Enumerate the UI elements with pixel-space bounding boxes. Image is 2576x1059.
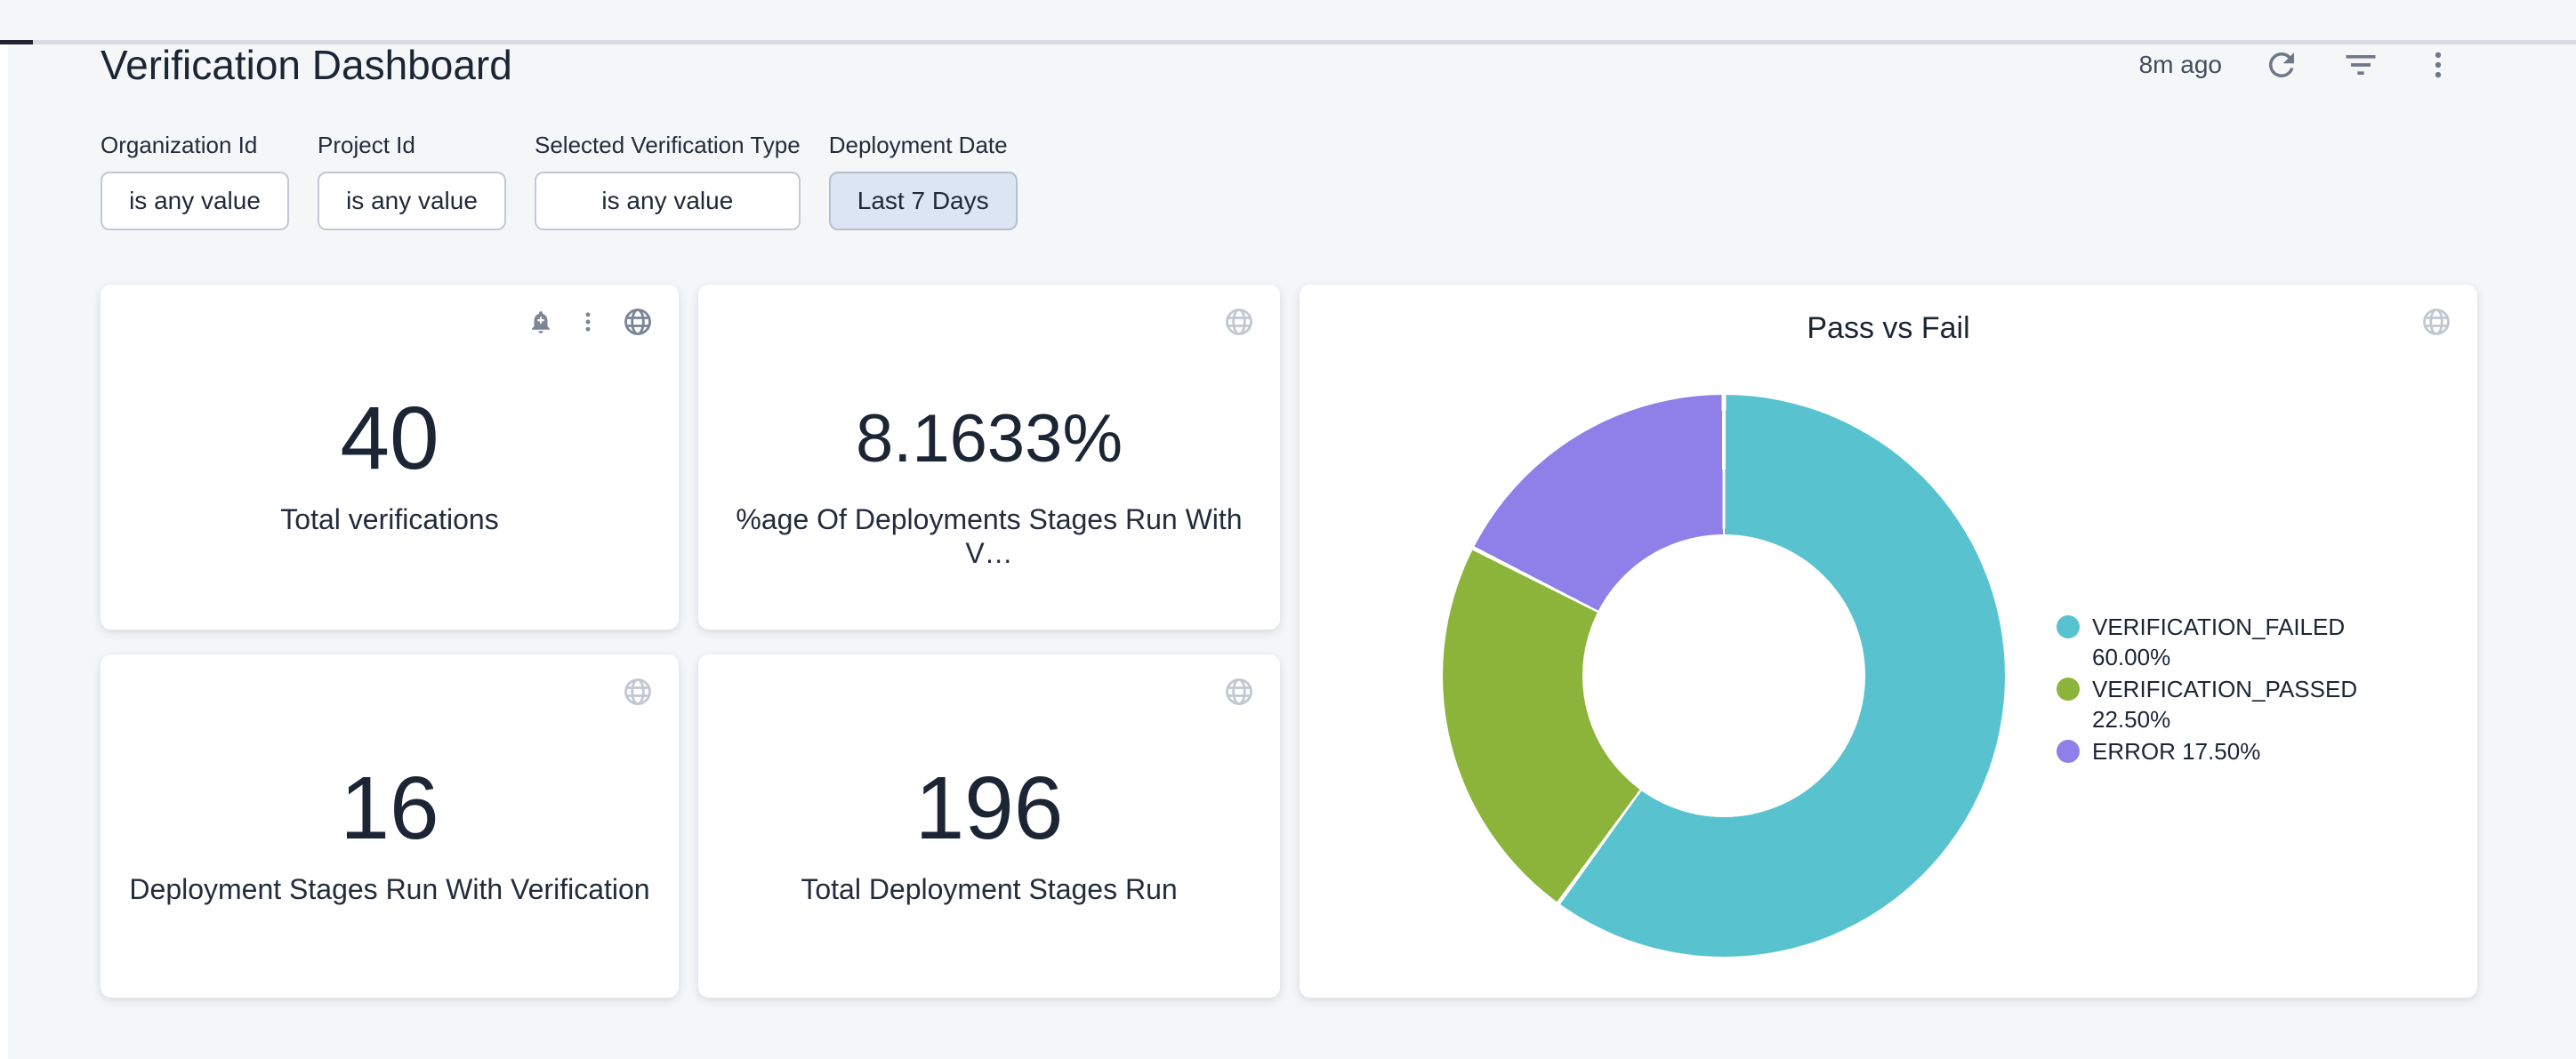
filter-project-id: Project Id is any value	[318, 131, 506, 230]
tile-actions	[1223, 306, 1255, 338]
timezone-globe-icon[interactable]	[622, 676, 654, 708]
stat-card-total-verifications: 40 Total verifications	[101, 285, 679, 630]
legend-item-verification-failed[interactable]: VERIFICATION_FAILED 60.00%	[2057, 612, 2350, 672]
left-edge-strip	[0, 44, 8, 1059]
timezone-globe-icon[interactable]	[1223, 676, 1255, 708]
tile-actions	[2420, 306, 2452, 338]
filter-label: Selected Verification Type	[535, 131, 801, 159]
filter-label: Project Id	[318, 131, 506, 159]
legend-label: VERIFICATION_PASSED 22.50%	[2092, 674, 2357, 734]
timezone-globe-icon[interactable]	[622, 306, 654, 338]
stat-card-total-deployment-stages-run: 196 Total Deployment Stages Run	[698, 654, 1280, 998]
stat-card-percent-stages-with-verification: 8.1633% %age Of Deployments Stages Run W…	[698, 285, 1280, 630]
chart-title: Pass vs Fail	[1300, 308, 2477, 349]
stat-card-stages-run-with-verification: 16 Deployment Stages Run With Verificati…	[101, 654, 679, 998]
add-alert-icon[interactable]	[527, 309, 554, 335]
filter-organization-id: Organization Id is any value	[101, 131, 289, 230]
stat-label: Total Deployment Stages Run	[698, 872, 1280, 906]
filter-value-button[interactable]: is any value	[535, 172, 801, 230]
refresh-icon[interactable]	[2263, 46, 2300, 84]
legend-dot	[2057, 615, 2080, 638]
donut-hole	[1582, 534, 1865, 817]
legend-dot	[2057, 678, 2080, 701]
page-title: Verification Dashboard	[101, 40, 512, 90]
filter-label: Deployment Date	[829, 131, 1018, 159]
filter-value-button-active[interactable]: Last 7 Days	[829, 172, 1018, 230]
tile-actions	[527, 306, 654, 338]
legend-item-verification-passed[interactable]: VERIFICATION_PASSED 22.50%	[2057, 674, 2350, 734]
legend-label: VERIFICATION_FAILED 60.00%	[2092, 612, 2350, 672]
legend-label: ERROR 17.50%	[2092, 736, 2260, 766]
stat-label: %age Of Deployments Stages Run With V…	[698, 502, 1280, 570]
legend-item-error[interactable]: ERROR 17.50%	[2057, 736, 2350, 766]
dashboard-filters-icon[interactable]	[2341, 45, 2380, 84]
stat-label: Total verifications	[101, 502, 679, 536]
stat-value: 40	[101, 394, 679, 483]
timezone-globe-icon[interactable]	[1223, 306, 1255, 338]
timezone-globe-icon[interactable]	[2420, 306, 2452, 338]
chart-card-pass-vs-fail: Pass vs Fail VERIFICATION_FAILED 60.00% …	[1300, 285, 2477, 998]
dashboard-tiles: 40 Total verifications 8.1633% %age Of D…	[101, 285, 2477, 998]
stat-value: 8.1633%	[698, 394, 1280, 483]
stat-value: 16	[101, 764, 679, 853]
chart-legend: VERIFICATION_FAILED 60.00% VERIFICATION_…	[2057, 612, 2350, 766]
filter-bar: Organization Id is any value Project Id …	[101, 131, 2576, 230]
dashboard-more-options-icon[interactable]	[2421, 48, 2455, 82]
filter-value-button[interactable]: is any value	[101, 172, 289, 230]
legend-dot	[2057, 740, 2080, 763]
donut-chart[interactable]	[1443, 395, 2005, 957]
filter-label: Organization Id	[101, 131, 289, 159]
filter-value-button[interactable]: is any value	[318, 172, 506, 230]
tile-actions	[1223, 676, 1255, 708]
top-border-strip	[0, 40, 2576, 44]
last-refresh-timestamp: 8m ago	[2139, 51, 2222, 79]
filter-selected-verification-type: Selected Verification Type is any value	[535, 131, 801, 230]
tile-more-options-icon[interactable]	[576, 309, 600, 334]
stat-value: 196	[698, 764, 1280, 853]
tile-actions	[622, 676, 654, 708]
dashboard-header: Verification Dashboard 8m ago	[0, 40, 2576, 90]
header-actions: 8m ago	[2139, 45, 2455, 84]
stat-label: Deployment Stages Run With Verification	[101, 872, 679, 906]
filter-deployment-date: Deployment Date Last 7 Days	[829, 131, 1018, 230]
